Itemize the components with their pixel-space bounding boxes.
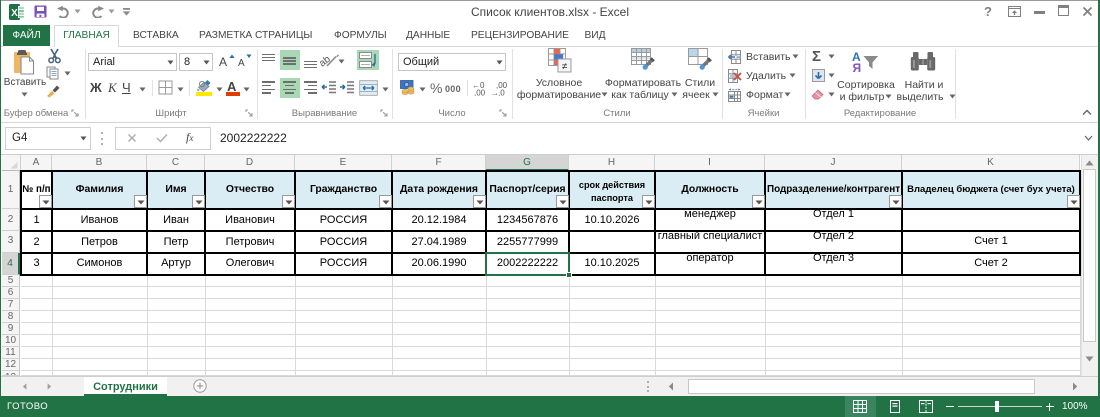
- svg-text:Я: Я: [853, 61, 862, 73]
- svg-text:≠: ≠: [562, 62, 568, 73]
- svg-text:X: X: [11, 8, 18, 19]
- svg-text:,00: ,00: [474, 89, 486, 97]
- svg-text:,0: ,0: [498, 89, 505, 97]
